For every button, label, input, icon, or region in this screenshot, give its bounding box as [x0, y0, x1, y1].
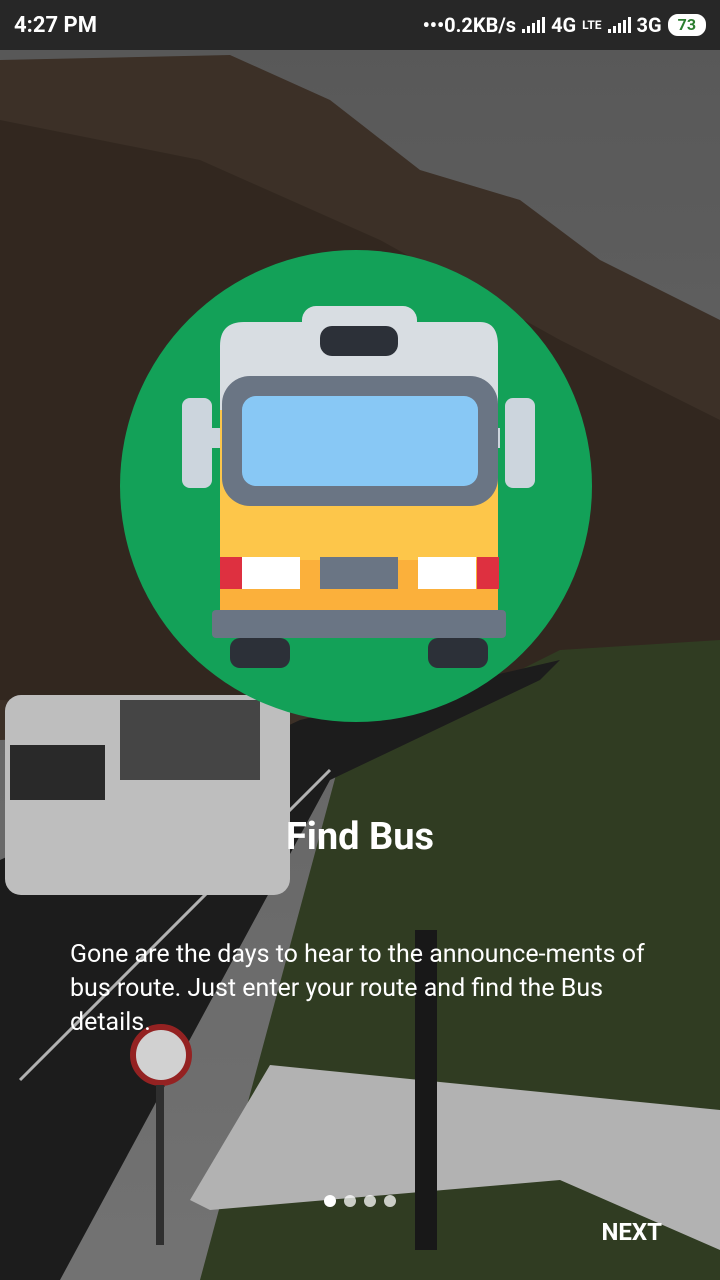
- battery-icon: 73: [667, 14, 706, 36]
- slide-title: Find Bus: [285, 815, 435, 859]
- slide-description: Gone are the days to hear to the announc…: [70, 940, 645, 1037]
- page-dot-3[interactable]: [364, 1195, 376, 1207]
- bus-icon-circle: [120, 250, 592, 722]
- page-dot-2[interactable]: [344, 1195, 356, 1207]
- page-dot-4[interactable]: [384, 1195, 396, 1207]
- next-button[interactable]: NEXT: [601, 1218, 662, 1246]
- network-speed: •••0.2KB/s: [422, 13, 517, 37]
- signal-icon-2: [607, 17, 631, 33]
- signal-icon: [522, 17, 546, 33]
- bus-icon: [182, 306, 535, 668]
- network-type-2: 3G: [636, 13, 662, 37]
- status-indicators: •••0.2KB/s 4G LTE 3G 73: [423, 13, 706, 37]
- page-dot-1[interactable]: [324, 1195, 336, 1207]
- page-indicator: [324, 1195, 396, 1207]
- volte-icon: LTE: [582, 18, 602, 32]
- network-type-1: 4G: [551, 13, 577, 37]
- status-bar: 4:27 PM •••0.2KB/s 4G LTE 3G 73: [0, 0, 720, 50]
- status-time: 4:27 PM: [14, 12, 97, 38]
